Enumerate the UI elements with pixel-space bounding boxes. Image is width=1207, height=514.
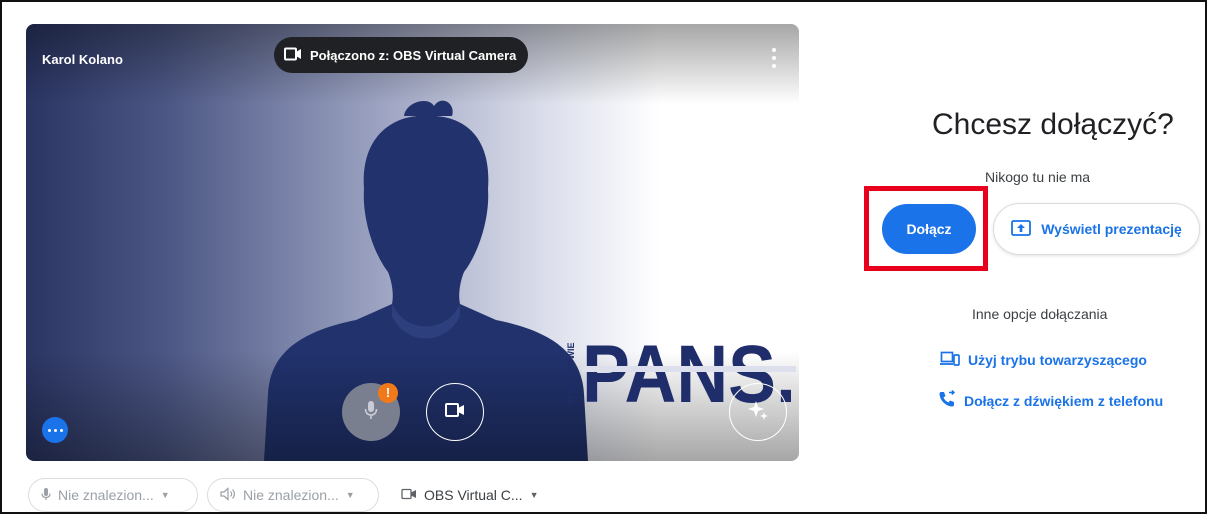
phone-forwarded-icon [938, 389, 956, 411]
speaker-icon [220, 486, 236, 504]
companion-devices-icon [940, 351, 960, 369]
other-options-heading: Inne opcje dołączania [972, 306, 1108, 322]
camera-toggle-button[interactable] [426, 383, 484, 441]
present-button-label: Wyświetl prezentację [1041, 221, 1182, 237]
camera-status-text: Połączono z: OBS Virtual Camera [310, 47, 517, 63]
logo-subtext: W GŁOGOWIE [566, 343, 576, 405]
chevron-down-icon: ▼ [345, 490, 355, 500]
visual-effects-button[interactable] [729, 383, 787, 441]
chevron-down-icon: ▼ [160, 490, 170, 500]
meet-prejoin-window: Karol Kolano Połączono z: OBS Virtual Ca… [0, 0, 1207, 514]
present-button[interactable]: Wyświetl prezentację [993, 203, 1200, 255]
more-vert-icon [772, 48, 776, 52]
microphone-select[interactable]: Nie znalezion... ▼ [28, 478, 198, 512]
more-horiz-icon [47, 428, 51, 432]
video-camera-icon [445, 402, 465, 423]
mic-alert-badge: ! [378, 383, 398, 403]
video-camera-icon [401, 487, 417, 503]
phone-audio-label: Dołącz z dźwiękiem z telefonu [964, 392, 1164, 409]
meeting-status-text: Nikogo tu nie ma [985, 169, 1091, 185]
join-title: Chcesz dołączyć? [932, 108, 1174, 141]
camera-preview: Karol Kolano Połączono z: OBS Virtual Ca… [26, 24, 799, 461]
microphone-select-value: Nie znalezion... [58, 487, 154, 503]
microphone-icon [41, 487, 51, 504]
companion-mode-label: Użyj trybu towarzyszącego [968, 352, 1147, 368]
chevron-down-icon: ▼ [529, 490, 539, 500]
camera-select[interactable]: OBS Virtual C... ▼ [388, 478, 558, 512]
camera-select-value: OBS Virtual C... [424, 487, 523, 503]
video-camera-icon [284, 47, 302, 64]
join-button[interactable]: Dołącz [882, 204, 976, 254]
microphone-icon [364, 400, 378, 425]
speaker-select[interactable]: Nie znalezion... ▼ [207, 478, 379, 512]
more-options-button[interactable] [769, 48, 779, 68]
companion-mode-link[interactable]: Użyj trybu towarzyszącego [940, 351, 1147, 369]
sparkle-icon [747, 399, 769, 426]
present-to-all-icon [1011, 219, 1032, 239]
more-actions-button[interactable] [42, 417, 68, 443]
speaker-select-value: Nie znalezion... [243, 487, 339, 503]
phone-audio-link[interactable]: Dołącz z dźwiękiem z telefonu [938, 389, 1164, 411]
participant-name: Karol Kolano [42, 52, 123, 67]
camera-status-pill: Połączono z: OBS Virtual Camera [274, 37, 529, 73]
